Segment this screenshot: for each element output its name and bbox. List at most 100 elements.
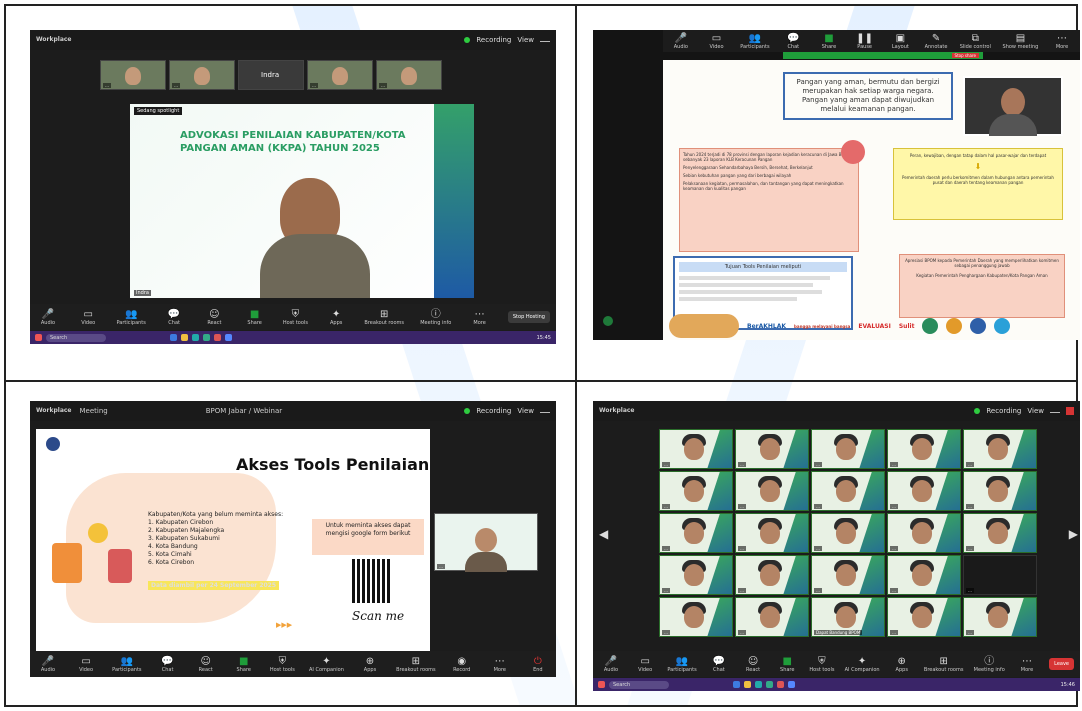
host-tools-button[interactable]: ⛨ Host tools: [809, 656, 834, 673]
chat-button[interactable]: 💬 Chat: [162, 309, 186, 326]
participant-tile[interactable]: …: [659, 429, 733, 469]
audio-button[interactable]: 🎤 Audio: [36, 656, 60, 673]
meeting-info-button[interactable]: ⓘ Meeting info: [974, 656, 1005, 673]
more-button[interactable]: ⋯ More: [468, 309, 492, 326]
chat-button[interactable]: 💬 Chat: [781, 33, 805, 50]
participant-tile[interactable]: …: [887, 555, 961, 595]
participant-tile[interactable]: …: [811, 429, 885, 469]
taskbar-search[interactable]: Search: [46, 333, 106, 342]
participant-tile[interactable]: …: [811, 471, 885, 511]
chat-button[interactable]: 💬 Chat: [156, 656, 180, 673]
layout-button[interactable]: ▣ Layout: [888, 33, 912, 50]
participant-tile[interactable]: …: [963, 513, 1037, 553]
recording-label[interactable]: Recording: [476, 407, 511, 415]
react-button[interactable]: ☺ React: [741, 656, 765, 673]
participant-tile[interactable]: …: [963, 429, 1037, 469]
share-button[interactable]: ■ Share: [817, 33, 841, 50]
participant-tile[interactable]: …: [735, 471, 809, 511]
video-button[interactable]: ▭ Video: [705, 33, 729, 50]
ai-companion-button[interactable]: ✦ AI Companion: [309, 656, 344, 673]
participant-tile[interactable]: …: [811, 513, 885, 553]
close-icon[interactable]: [1066, 407, 1074, 415]
participant-tile[interactable]: …: [659, 513, 733, 553]
start-icon[interactable]: [35, 334, 42, 341]
participant-tile[interactable]: …: [887, 471, 961, 511]
prev-page-icon[interactable]: ◀: [599, 527, 608, 541]
annotate-button[interactable]: ✎ Annotate: [924, 33, 948, 50]
qr-code[interactable]: [352, 559, 392, 603]
app-icon[interactable]: [733, 681, 740, 688]
participants-button[interactable]: 👥 Participants: [740, 33, 769, 50]
audio-button[interactable]: 🎤 Audio: [599, 656, 623, 673]
view-button[interactable]: View: [1027, 407, 1044, 415]
record-button[interactable]: ◉ Record: [450, 656, 474, 673]
meeting-tab[interactable]: Meeting: [80, 407, 108, 415]
participant-thumb[interactable]: …: [376, 60, 442, 90]
participants-button[interactable]: 👥 Participants: [667, 656, 696, 673]
participant-tile[interactable]: …: [963, 597, 1037, 637]
pause-button[interactable]: ❚❚ Pause: [853, 33, 877, 50]
leave-button[interactable]: Leave: [1049, 658, 1074, 670]
participants-button[interactable]: 👥 Participants: [117, 309, 146, 326]
participant-tile[interactable]: …: [887, 429, 961, 469]
end-button[interactable]: ⏻ End: [526, 656, 550, 673]
video-button[interactable]: ▭ Video: [74, 656, 98, 673]
apps-button[interactable]: ⊕ Apps: [358, 656, 382, 673]
taskbar-search[interactable]: Search: [609, 680, 669, 689]
ai-companion-button[interactable]: ✦ AI Companion: [845, 656, 880, 673]
participant-thumb[interactable]: …: [307, 60, 373, 90]
participant-tile[interactable]: Dapat Bandung BPOM: [811, 597, 885, 637]
minimize-icon[interactable]: [540, 409, 550, 413]
share-button[interactable]: ■ Share: [243, 309, 267, 326]
more-button[interactable]: ⋯ More: [488, 656, 512, 673]
participant-tile[interactable]: …: [963, 555, 1037, 595]
edge-icon[interactable]: [192, 334, 199, 341]
share-button[interactable]: ■ Share: [775, 656, 799, 673]
participant-tile[interactable]: …: [963, 471, 1037, 511]
show-meeting-button[interactable]: ▤ Show meeting: [1003, 33, 1039, 50]
stop-hosting-button[interactable]: Stop Hosting: [507, 311, 550, 323]
meeting-info-button[interactable]: ⓘ Meeting info: [420, 309, 451, 326]
more-button[interactable]: ⋯ More: [1050, 33, 1074, 50]
participant-tile[interactable]: …: [735, 429, 809, 469]
slide-control-button[interactable]: ⧉ Slide control: [960, 33, 991, 50]
host-tools-button[interactable]: ⛨ Host tools: [283, 309, 308, 326]
zoom-icon[interactable]: [788, 681, 795, 688]
zoom-icon[interactable]: [225, 334, 232, 341]
breakout-button[interactable]: ⊞ Breakout rooms: [396, 656, 436, 673]
participant-tile[interactable]: …: [659, 555, 733, 595]
participants-button[interactable]: 👥 Participants: [112, 656, 141, 673]
edge-icon[interactable]: [755, 681, 762, 688]
audio-button[interactable]: 🎤 Audio: [669, 33, 693, 50]
participant-tile[interactable]: …: [887, 597, 961, 637]
react-button[interactable]: ☺ React: [194, 656, 218, 673]
participant-thumb[interactable]: Indra: [238, 60, 304, 90]
react-button[interactable]: ☺ React: [202, 309, 226, 326]
app-icon[interactable]: [766, 681, 773, 688]
app-icon[interactable]: [203, 334, 210, 341]
participant-tile[interactable]: …: [735, 513, 809, 553]
share-button[interactable]: ■ Share: [232, 656, 256, 673]
chat-button[interactable]: 💬 Chat: [707, 656, 731, 673]
stop-share-button[interactable]: Stop share: [951, 53, 979, 58]
participant-thumb[interactable]: …: [100, 60, 166, 90]
apps-button[interactable]: ⊕ Apps: [890, 656, 914, 673]
breakout-button[interactable]: ⊞ Breakout rooms: [924, 656, 964, 673]
participant-tile[interactable]: …: [735, 555, 809, 595]
participant-tile[interactable]: …: [811, 555, 885, 595]
presenter-thumb[interactable]: …: [434, 513, 538, 572]
folder-icon[interactable]: [744, 681, 751, 688]
video-button[interactable]: ▭ Video: [633, 656, 657, 673]
breakout-button[interactable]: ⊞ Breakout rooms: [364, 309, 404, 326]
participant-tile[interactable]: …: [659, 597, 733, 637]
participant-thumb[interactable]: …: [169, 60, 235, 90]
view-button[interactable]: View: [517, 407, 534, 415]
host-tools-button[interactable]: ⛨ Host tools: [270, 656, 295, 673]
participant-tile[interactable]: …: [735, 597, 809, 637]
apps-button[interactable]: ✦ Apps: [324, 309, 348, 326]
participant-tile[interactable]: …: [659, 471, 733, 511]
recording-label[interactable]: Recording: [986, 407, 1021, 415]
folder-icon[interactable]: [181, 334, 188, 341]
start-icon[interactable]: [598, 681, 605, 688]
more-button[interactable]: ⋯ More: [1015, 656, 1039, 673]
